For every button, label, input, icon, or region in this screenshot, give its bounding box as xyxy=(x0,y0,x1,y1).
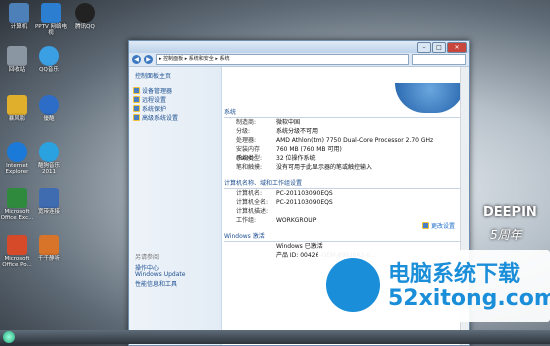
start-button[interactable] xyxy=(3,331,15,343)
computer-section-title: 计算机名称、域和工作组设置 xyxy=(224,178,461,189)
pptv-icon xyxy=(41,3,61,23)
sidebar-item-system-protection[interactable]: 系统保护 xyxy=(133,104,221,113)
see-also-performance[interactable]: 性能信息和工具 xyxy=(135,279,185,288)
desktop-icon-qq[interactable]: 腾讯QQ xyxy=(68,3,102,30)
see-also-action-center[interactable]: 操作中心 xyxy=(135,263,185,272)
excel-icon xyxy=(7,188,27,208)
desktop-icon-pptv[interactable]: PPTV 网络电视 xyxy=(34,3,68,36)
desktop-icon-excel[interactable]: Microsoft Office Exc... xyxy=(0,188,34,221)
control-panel-home-link[interactable]: 控制面板主页 xyxy=(129,67,221,84)
taskbar xyxy=(0,330,550,344)
rating-link[interactable]: 系统分级不可用 xyxy=(276,127,318,136)
see-also-heading: 另请参阅 xyxy=(135,254,160,261)
activation-status: Windows 已激活 xyxy=(276,243,323,250)
baofeng-icon xyxy=(7,95,27,115)
sidebar-item-advanced-settings[interactable]: 高级系统设置 xyxy=(133,113,221,122)
ttplayer-icon xyxy=(39,235,59,255)
powerpoint-icon xyxy=(7,235,27,255)
qq-penguin-icon xyxy=(75,3,95,23)
address-bar: ◀ ▶ ▸ 控制面板 ▸ 系统和安全 ▸ 系统 xyxy=(129,53,469,67)
title-bar[interactable]: – □ ✕ xyxy=(129,41,469,53)
desktop-icon-kugou[interactable]: 酷狗音乐 2011 xyxy=(32,142,66,175)
shield-icon xyxy=(133,87,140,94)
wallpaper-tagline: 5周年 xyxy=(490,228,522,242)
shield-icon xyxy=(133,105,140,112)
desktop-icon-recycle-bin[interactable]: 回收站 xyxy=(0,46,34,73)
broadband-connection-icon xyxy=(39,188,59,208)
maximize-button[interactable]: □ xyxy=(432,42,446,53)
see-also-windows-update[interactable]: Windows Update xyxy=(135,271,185,279)
desktop-icon-baofeng[interactable]: 暴风影 xyxy=(0,95,34,122)
watermark-title: 电脑系统下载 xyxy=(388,262,521,287)
back-icon[interactable]: ◀ xyxy=(132,55,141,64)
search-input[interactable] xyxy=(412,54,466,65)
change-settings-link[interactable]: 更改设置 xyxy=(421,221,455,230)
computer-icon xyxy=(9,3,29,23)
shield-icon xyxy=(421,222,429,229)
close-button[interactable]: ✕ xyxy=(447,42,467,53)
wallpaper-brand: DEEPIN xyxy=(483,205,537,220)
sidebar: 控制面板主页 设备管理器 远程设置 系统保护 高级系统设置 另请参阅 操作中心 … xyxy=(129,67,222,345)
sidebar-item-remote-settings[interactable]: 远程设置 xyxy=(133,95,221,104)
desktop-icon-broadband[interactable]: 宽带连接 xyxy=(32,188,66,215)
forward-icon[interactable]: ▶ xyxy=(144,55,153,64)
shield-icon xyxy=(133,96,140,103)
desktop-icon-powerpoint[interactable]: Microsoft Office Po... xyxy=(0,235,34,268)
shield-icon xyxy=(133,114,140,121)
watermark: 电脑系统下载 52xitong.com xyxy=(318,250,550,322)
desktop-icon-qq-music[interactable]: QQ音乐 xyxy=(32,46,66,73)
qq-music-icon xyxy=(39,46,59,66)
sidebar-item-device-manager[interactable]: 设备管理器 xyxy=(133,86,221,95)
desktop-icon-ie[interactable]: Internet Explorer xyxy=(0,142,34,175)
internet-explorer-icon xyxy=(7,142,27,162)
kugou-icon xyxy=(39,142,59,162)
desktop-icon-computer[interactable]: 计算机 xyxy=(2,3,36,30)
minimize-button[interactable]: – xyxy=(417,42,431,53)
cloud-logo-icon xyxy=(326,258,380,312)
desktop-icon-ttplayer[interactable]: 千千静听 xyxy=(32,235,66,262)
breadcrumb[interactable]: ▸ 控制面板 ▸ 系统和安全 ▸ 系统 xyxy=(156,54,409,65)
desktop-icon-youku[interactable]: 優酷 xyxy=(32,95,66,122)
activation-section-title: Windows 激活 xyxy=(224,231,461,242)
watermark-url: 52xitong.com xyxy=(388,286,550,311)
recycle-bin-icon xyxy=(7,46,27,66)
youku-icon xyxy=(39,95,59,115)
